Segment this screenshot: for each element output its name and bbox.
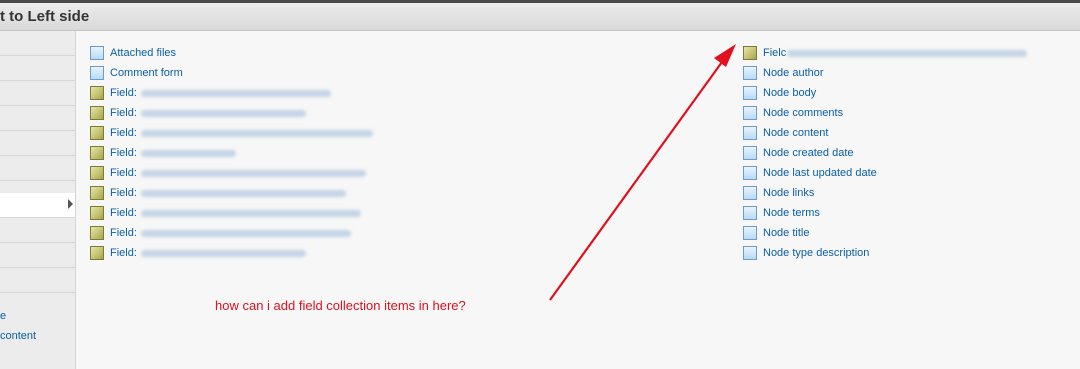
- arrow-head-icon: [714, 44, 736, 67]
- annotation-text: how can i add field collection items in …: [215, 298, 466, 313]
- arrow-shaft: [549, 61, 723, 301]
- annotation-arrow: [549, 44, 736, 301]
